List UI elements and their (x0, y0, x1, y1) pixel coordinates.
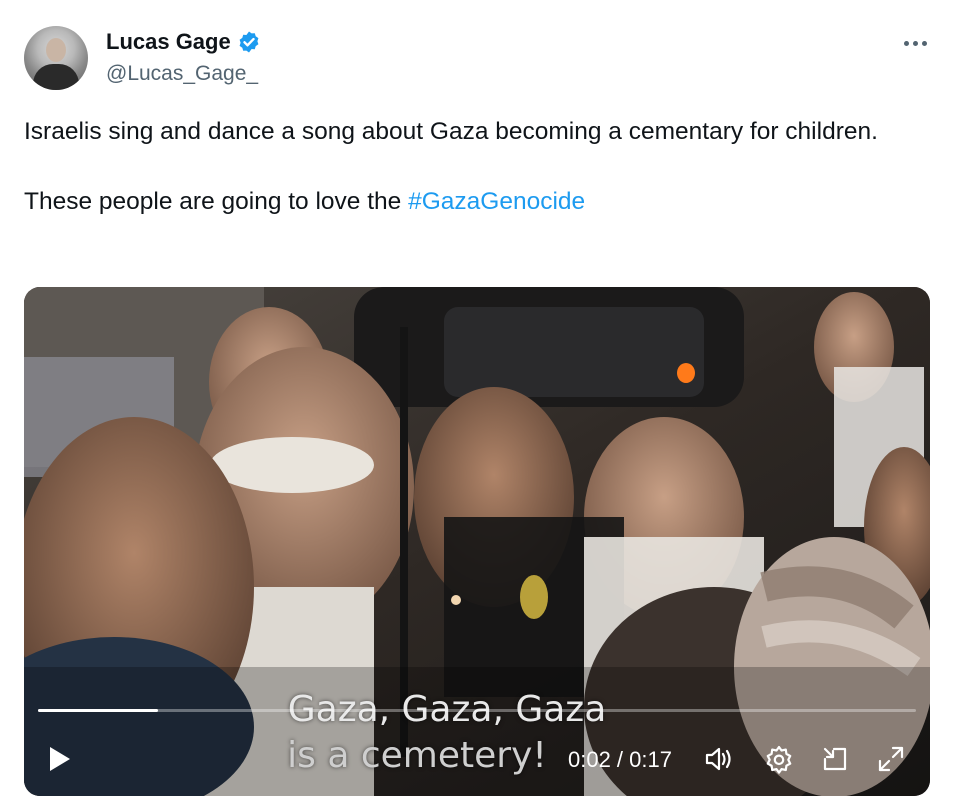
progress-bar[interactable] (38, 709, 916, 712)
progress-fill (38, 709, 159, 712)
verified-badge-icon (237, 30, 261, 54)
more-dot (912, 40, 918, 46)
more-icon[interactable] (898, 36, 932, 50)
more-dot (921, 40, 927, 46)
video-controls: 0:02 / 0:17 (24, 733, 930, 789)
tweet-card: Lucas Gage @Lucas_Gage_ Israelis sing an… (0, 0, 956, 806)
author-handle[interactable]: @Lucas_Gage_ (106, 62, 258, 86)
play-icon[interactable] (46, 745, 74, 773)
tweet-line-1: Israelis sing and dance a song about Gaz… (24, 118, 878, 145)
more-dot (903, 40, 909, 46)
hashtag-link[interactable]: #GazaGenocide (408, 188, 585, 215)
author-name-row: Lucas Gage (106, 29, 261, 55)
author-name[interactable]: Lucas Gage (106, 29, 231, 55)
tweet-line-2: These people are going to love the #Gaza… (24, 184, 924, 219)
avatar[interactable] (24, 26, 88, 90)
tweet-line-2-text: These people are going to love the (24, 188, 409, 215)
pip-icon[interactable] (818, 743, 852, 775)
avatar-head (46, 38, 66, 62)
volume-icon[interactable] (702, 743, 736, 775)
time-display: 0:02 / 0:17 (568, 747, 672, 772)
video-player[interactable]: Gaza, Gaza, Gaza is a cemetery! 0:02 / 0… (24, 287, 930, 796)
gear-icon[interactable] (762, 743, 796, 775)
tweet-text: Israelis sing and dance a song about Gaz… (24, 114, 924, 219)
fullscreen-icon[interactable] (874, 743, 908, 775)
avatar-body (33, 64, 79, 90)
